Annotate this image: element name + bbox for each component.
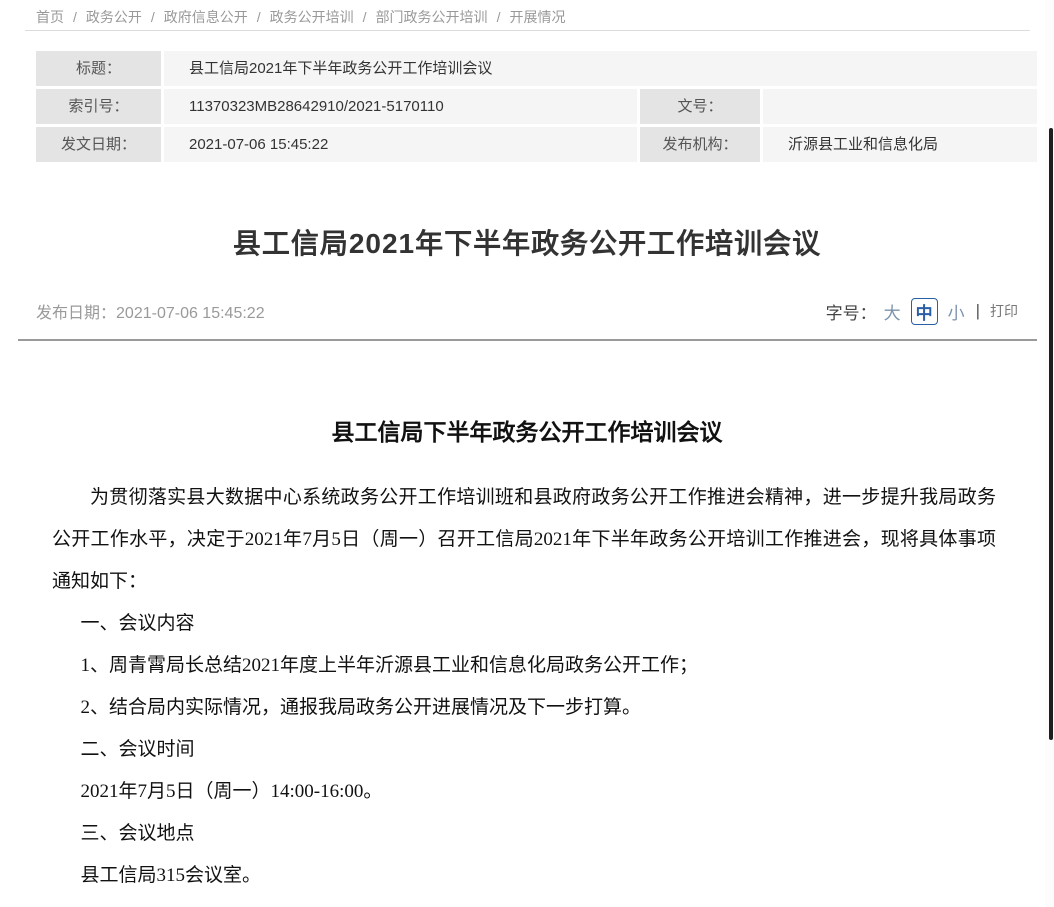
article-paragraph: 一、会议内容 (52, 603, 996, 645)
breadcrumb-item[interactable]: 首页 (36, 9, 64, 25)
breadcrumb: 首页 / 政务公开 / 政府信息公开 / 政务公开培训 / 部门政务公开培训 / 开展情况 (0, 0, 1054, 24)
publish-date-value: 2021-07-06 15:45:22 (116, 305, 265, 322)
breadcrumb-item[interactable]: 政务公开 (86, 9, 142, 25)
breadcrumb-separator: / (497, 9, 501, 25)
breadcrumb-separator: / (151, 9, 155, 25)
meta-issuing-org-label: 发布机构： (640, 127, 760, 162)
content-divider (18, 339, 1037, 341)
breadcrumb-item[interactable]: 政务公开培训 (270, 9, 354, 25)
article-paragraph: 2、结合局内实际情况，通报我局政务公开进展情况及下一步打算。 (52, 687, 996, 729)
font-size-large-button[interactable]: 大 (884, 299, 901, 324)
meta-doc-number-label: 文号： (640, 89, 760, 124)
font-size-small-button[interactable]: 小 (948, 299, 965, 324)
article-body: 为贯彻落实县大数据中心系统政务公开工作培训班和县政府政务公开工作推进会精神，进一… (52, 477, 996, 907)
publish-date: 发布日期：2021-07-06 15:45:22 (36, 299, 265, 323)
breadcrumb-item[interactable]: 政府信息公开 (164, 9, 248, 25)
article-toolbar: 发布日期：2021-07-06 15:45:22 字号： 大 中 小 | 打印 (36, 298, 1018, 324)
breadcrumb-divider (25, 30, 1030, 31)
publish-date-label: 发布日期： (36, 305, 116, 322)
article-paragraph: 四、参会人员 (52, 897, 996, 907)
font-size-medium-button[interactable]: 中 (911, 298, 938, 325)
toolbar-separator: | (976, 301, 980, 321)
breadcrumb-separator: / (363, 9, 367, 25)
font-size-tools: 字号： 大 中 小 | 打印 (826, 298, 1018, 325)
meta-issue-date-label: 发文日期： (36, 127, 161, 162)
font-size-label: 字号： (826, 299, 877, 324)
print-button[interactable]: 打印 (990, 301, 1018, 321)
meta-issuing-org-value: 沂源县工业和信息化局 (763, 127, 1037, 162)
article-paragraph: 县工信局315会议室。 (52, 855, 996, 897)
page-title: 县工信局2021年下半年政务公开工作培训会议 (0, 222, 1054, 262)
meta-index-label: 索引号： (36, 89, 161, 124)
article-heading: 县工信局下半年政务公开工作培训会议 (0, 413, 1054, 447)
document-meta-table: 标题： 县工信局2021年下半年政务公开工作培训会议 索引号： 11370323… (36, 51, 1037, 162)
article-paragraph: 2021年7月5日（周一）14:00-16:00。 (52, 771, 996, 813)
scrollbar-thumb[interactable] (1049, 128, 1053, 740)
meta-title-value: 县工信局2021年下半年政务公开工作培训会议 (164, 51, 1037, 86)
article-paragraph: 1、周青霄局长总结2021年度上半年沂源县工业和信息化局政务公开工作； (52, 645, 996, 687)
meta-doc-number-value (763, 89, 1037, 124)
article-paragraph: 二、会议时间 (52, 729, 996, 771)
meta-title-label: 标题： (36, 51, 161, 86)
breadcrumb-item[interactable]: 部门政务公开培训 (376, 9, 488, 25)
meta-issue-date-value: 2021-07-06 15:45:22 (164, 127, 637, 162)
breadcrumb-separator: / (73, 9, 77, 25)
breadcrumb-separator: / (257, 9, 261, 25)
breadcrumb-item[interactable]: 开展情况 (509, 9, 565, 25)
meta-index-value: 11370323MB28642910/2021-5170110 (164, 89, 637, 124)
article-paragraph: 为贯彻落实县大数据中心系统政务公开工作培训班和县政府政务公开工作推进会精神，进一… (52, 477, 996, 603)
article-paragraph: 三、会议地点 (52, 813, 996, 855)
